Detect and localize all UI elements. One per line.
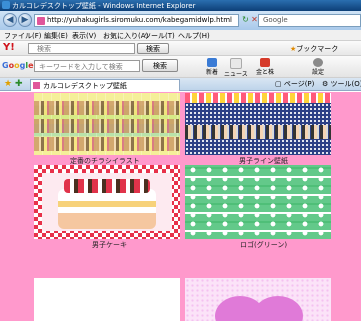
menu-edit[interactable]: 編集(E): [44, 31, 68, 41]
wallpaper-thumbnail-flyer[interactable]: [34, 93, 180, 155]
wallpaper-caption[interactable]: ロゴ(グリーン): [240, 240, 287, 250]
back-button[interactable]: ◀: [3, 13, 17, 27]
add-favorites-icon[interactable]: ✚: [15, 79, 23, 89]
thumbnail-characters: [34, 119, 180, 133]
bookmark-label: ブックマーク: [296, 45, 339, 53]
ie-app-icon: [2, 1, 10, 9]
menu-favorites[interactable]: お気に入り(A): [103, 31, 148, 41]
settings-button[interactable]: 設定: [312, 58, 324, 76]
settings-label: 設定: [312, 69, 325, 76]
browser-search-field[interactable]: Google: [258, 14, 361, 27]
yahoo-search-button[interactable]: 検索: [137, 43, 169, 54]
tools-menu[interactable]: ⚙ ツール(O): [322, 79, 361, 89]
menu-file[interactable]: ファイル(F): [4, 31, 42, 41]
wallpaper-thumbnail-logo-green[interactable]: [185, 165, 331, 239]
wallpaper-thumbnail-white[interactable]: [34, 278, 180, 321]
finance-button[interactable]: 金と株: [256, 58, 274, 76]
thumbnail-characters: [185, 125, 331, 139]
wallpaper-thumbnail-boys-line[interactable]: [185, 93, 331, 155]
tab-active[interactable]: カルコレデスクトップ壁紙: [30, 79, 180, 91]
wallpaper-caption[interactable]: 男子ケーキ: [92, 240, 127, 250]
search-engine-label: Google: [263, 16, 288, 24]
google-search-button[interactable]: 検索: [142, 59, 178, 72]
news-icon: [229, 58, 242, 69]
news-button[interactable]: ニュース: [224, 58, 248, 78]
menu-view[interactable]: 表示(V): [72, 31, 96, 41]
finance-label: 金と株: [256, 69, 275, 76]
thumbnail-characters: [34, 137, 180, 151]
address-field[interactable]: http://yuhakugirls.siromuku.com/kabegami…: [34, 14, 239, 27]
thumbnail-characters: [34, 101, 180, 115]
gear-icon: [313, 58, 323, 67]
yahoo-bookmark-button[interactable]: ★ブックマーク: [290, 44, 338, 54]
thumbnail-cake: [58, 189, 156, 229]
finance-icon: [260, 58, 270, 67]
page-menu[interactable]: ▢ ページ(P): [275, 79, 314, 89]
new-arrivals-icon: [207, 58, 217, 67]
address-url: http://yuhakugirls.siromuku.com/kabegami…: [47, 16, 232, 24]
page-menu-label: ページ(P): [283, 80, 315, 88]
refresh-icon[interactable]: ↻: [241, 15, 250, 25]
yahoo-logo-icon[interactable]: Y!: [3, 42, 15, 53]
window-title: カルコレデスクトップ壁紙 - Windows Internet Explorer: [12, 2, 196, 10]
tab-favicon-icon: [33, 82, 40, 89]
google-search-input[interactable]: キーワードを入力して検索: [34, 60, 140, 72]
thumbnail-cake-top: [64, 179, 150, 193]
forward-button[interactable]: ▶: [18, 13, 32, 27]
news-label: ニュース: [224, 71, 248, 78]
wallpaper-thumbnail-boys-cake[interactable]: [34, 165, 180, 239]
yahoo-search-input[interactable]: 検索: [28, 43, 135, 54]
news-new-button[interactable]: 新着: [206, 58, 218, 76]
menu-tools[interactable]: ツール(T): [144, 31, 175, 41]
page-favicon-icon: [37, 17, 45, 25]
menu-help[interactable]: ヘルプ(H): [178, 31, 210, 41]
window-title-bar: カルコレデスクトップ壁紙 - Windows Internet Explorer: [0, 0, 361, 11]
thumbnail-shape: [253, 296, 303, 321]
google-logo-icon[interactable]: Google: [2, 61, 34, 70]
thumbnail-heart-band: [185, 93, 331, 103]
tab-title: カルコレデスクトップ壁紙: [43, 82, 127, 90]
menu-bar: ファイル(F) 編集(E) 表示(V) お気に入り(A) ツール(T) ヘルプ(…: [0, 30, 361, 41]
yahoo-search-placeholder: 検索: [37, 45, 51, 53]
thumbnail-heart-pattern: [185, 165, 331, 239]
google-search-placeholder: キーワードを入力して検索: [39, 63, 123, 71]
new-arrivals-label: 新着: [206, 69, 219, 76]
wallpaper-thumbnail-pink[interactable]: [185, 278, 331, 321]
favorites-star-icon[interactable]: ★: [4, 79, 12, 89]
tools-menu-label: ツール(O): [330, 80, 361, 88]
